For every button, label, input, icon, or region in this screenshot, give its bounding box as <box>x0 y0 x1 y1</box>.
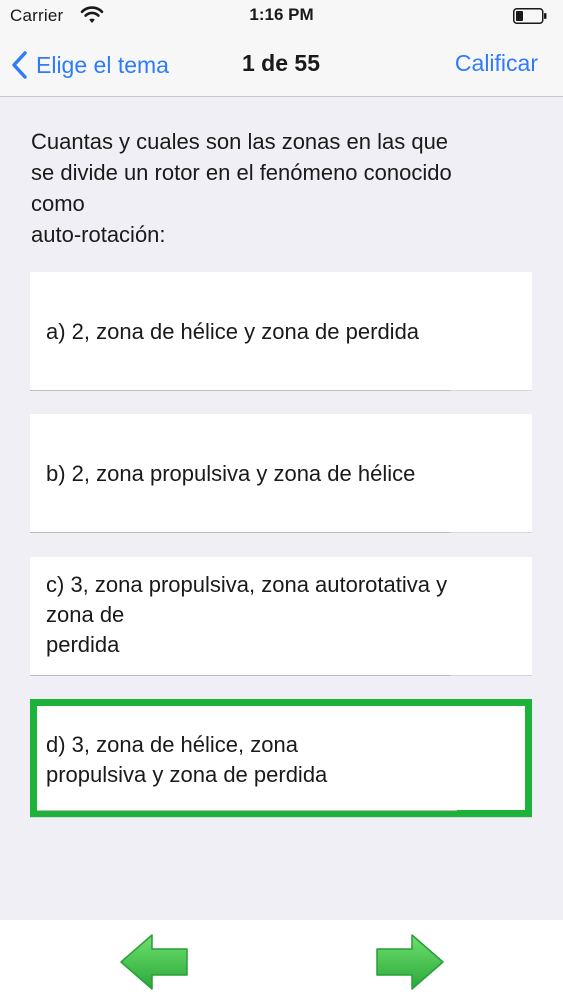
navigation-bar: Elige el tema 1 de 55 Calificar <box>0 34 563 97</box>
answer-option-label: b) 2, zona propulsiva y zona de hélice <box>46 461 416 486</box>
back-button[interactable]: Elige el tema <box>10 48 169 82</box>
status-time: 1:16 PM <box>249 5 314 24</box>
back-button-label: Elige el tema <box>36 51 169 78</box>
status-bar: Carrier 1:16 PM <box>0 0 563 34</box>
answer-option-d-selected[interactable]: d) 3, zona de hélice, zona propulsiva y … <box>30 699 532 817</box>
answer-option-label: c) 3, zona propulsiva, zona autorotativa… <box>46 572 448 657</box>
answer-option-b[interactable]: b) 2, zona propulsiva y zona de hélice <box>30 414 532 533</box>
battery-icon <box>513 8 547 24</box>
answer-option-a[interactable]: a) 2, zona de hélice y zona de perdida <box>30 272 532 391</box>
answer-option-c[interactable]: c) 3, zona propulsiva, zona autorotativa… <box>30 557 532 676</box>
arrow-left-icon[interactable] <box>119 933 189 991</box>
bottom-toolbar <box>0 920 563 1000</box>
page-title: 1 de 55 <box>242 50 320 76</box>
question-text: Cuantas y cuales son las zonas en las qu… <box>31 129 452 247</box>
chevron-left-icon <box>12 51 27 79</box>
answer-option-label: d) 3, zona de hélice, zona propulsiva y … <box>46 732 328 787</box>
arrow-right-icon[interactable] <box>375 933 445 991</box>
answer-option-label: a) 2, zona de hélice y zona de perdida <box>46 319 420 344</box>
grade-button[interactable]: Calificar <box>455 50 538 77</box>
